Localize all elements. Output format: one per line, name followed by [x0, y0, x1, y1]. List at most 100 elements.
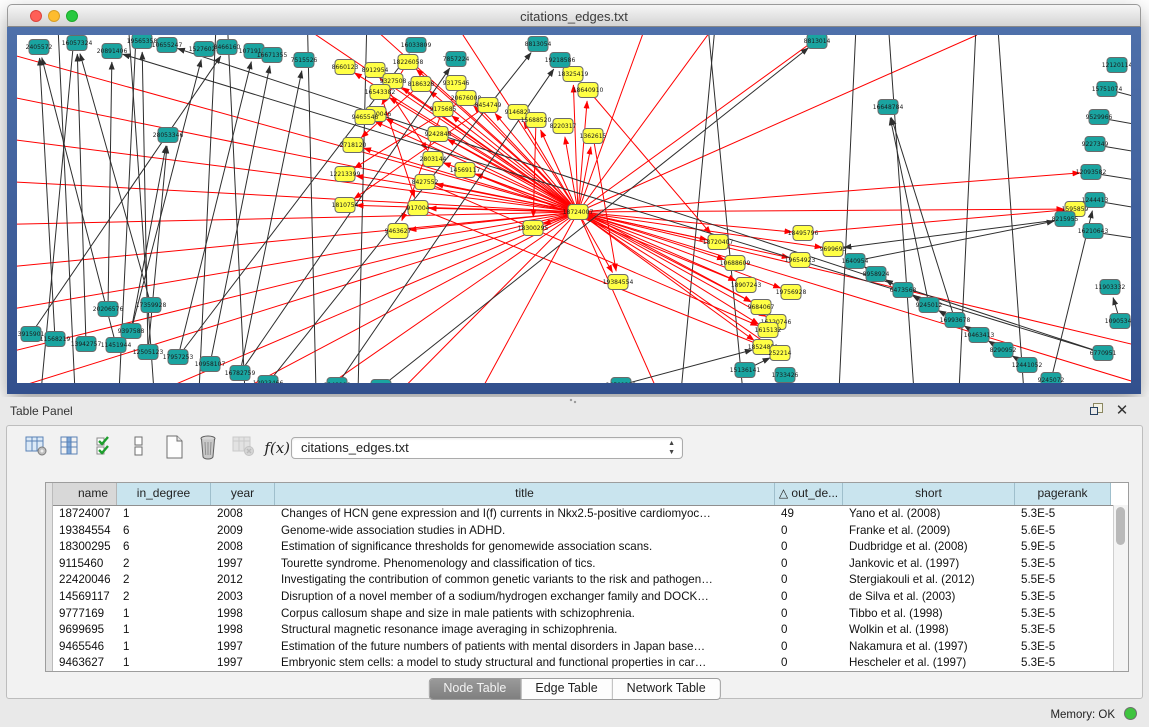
graph-node[interactable]: 9175685: [430, 102, 457, 117]
table-row[interactable]: 911546021997Tourette syndrome. Phenomeno…: [53, 555, 1114, 572]
graph-node[interactable]: 1640954: [842, 254, 869, 269]
graph-node[interactable]: 16033809: [401, 38, 432, 53]
graph-node[interactable]: 9862902: [368, 380, 395, 384]
graph-node[interactable]: 19384554: [603, 275, 634, 290]
create-column-button[interactable]: [159, 434, 189, 462]
graph-node[interactable]: 1362615: [580, 129, 607, 144]
graph-node[interactable]: 16057324: [62, 36, 93, 51]
graph-node[interactable]: 1733426: [772, 368, 799, 383]
select-rows-button[interactable]: [90, 434, 120, 462]
table-vertical-scrollbar[interactable]: [1113, 505, 1128, 671]
graph-node[interactable]: 15751074: [1092, 82, 1123, 97]
graph-node[interactable]: 19218586: [545, 53, 576, 68]
column-header-pagerank[interactable]: pagerank: [1015, 483, 1111, 505]
graph-node[interactable]: 28053346: [153, 128, 184, 143]
graph-node[interactable]: 3915901: [18, 327, 45, 342]
tab-edge-table[interactable]: Edge Table: [521, 679, 612, 699]
graph-node[interactable]: 8148906: [324, 378, 351, 384]
memory-status-indicator[interactable]: [1124, 707, 1137, 720]
graph-node[interactable]: 16993678: [940, 313, 971, 328]
change-table-mode-button[interactable]: [21, 434, 51, 462]
graph-node[interactable]: 12120114: [1102, 58, 1131, 73]
toggle-rows-button[interactable]: [124, 434, 154, 462]
graph-node[interactable]: 12213399: [330, 167, 361, 182]
apply-function-button[interactable]: f(x): [262, 434, 292, 462]
graph-node[interactable]: 7857224: [443, 52, 470, 67]
network-canvas[interactable]: 1872400786601238912954182260589327508818…: [17, 35, 1131, 383]
graph-node[interactable]: 6770951: [1090, 346, 1117, 361]
graph-node[interactable]: 8215955: [1052, 212, 1079, 227]
column-header-title[interactable]: title: [275, 483, 775, 505]
graph-node[interactable]: 8813054: [525, 37, 552, 52]
graph-node[interactable]: 11451944: [101, 338, 132, 353]
graph-node[interactable]: 8220317: [550, 119, 577, 134]
graph-node[interactable]: 16648784: [873, 100, 904, 115]
graph-node[interactable]: 13942757: [71, 337, 102, 352]
graph-node[interactable]: 11903332: [1095, 280, 1126, 295]
graph-node[interactable]: 917004: [407, 201, 430, 216]
graph-node[interactable]: 1615132: [755, 323, 782, 338]
graph-node[interactable]: 252214: [769, 346, 792, 361]
graph-node[interactable]: 17957253: [163, 350, 194, 365]
graph-node[interactable]: 8958924: [863, 267, 890, 282]
graph-node[interactable]: 8290952: [990, 343, 1017, 358]
graph-node[interactable]: 9463627: [385, 224, 412, 239]
close-panel-icon[interactable]: ✕: [1113, 402, 1131, 420]
graph-node[interactable]: 17359928: [136, 298, 167, 313]
graph-node[interactable]: 16782759: [225, 366, 256, 381]
graph-node[interactable]: 9699695: [820, 242, 847, 257]
graph-node[interactable]: 10463413: [964, 328, 995, 343]
table-row[interactable]: 946362711997Embryonic stem cells: a mode…: [53, 654, 1114, 671]
graph-node[interactable]: 18325419: [558, 67, 589, 82]
graph-node[interactable]: 9529966: [1086, 110, 1113, 125]
graph-node[interactable]: 10958107: [195, 357, 226, 372]
table-row[interactable]: 1456911722003Disruption of a novel membe…: [53, 588, 1114, 605]
graph-node[interactable]: 19654923: [785, 253, 816, 268]
column-header-in_degree[interactable]: in_degree: [117, 483, 211, 505]
tab-node-table[interactable]: Node Table: [429, 679, 521, 699]
table-row[interactable]: 2242004622012Investigating the contribut…: [53, 571, 1114, 588]
graph-node[interactable]: 18226058: [393, 55, 424, 70]
graph-node[interactable]: 1810754: [332, 198, 359, 213]
graph-node[interactable]: 20206576: [93, 302, 124, 317]
graph-node[interactable]: 20891406: [97, 44, 128, 59]
graph-node[interactable]: 9397588: [118, 324, 145, 339]
graph-node[interactable]: 18495796: [788, 226, 819, 241]
graph-node[interactable]: 2718120: [340, 138, 367, 153]
graph-node[interactable]: 1244413: [1082, 193, 1109, 208]
table-row[interactable]: 1872400712008Changes of HCN gene express…: [53, 505, 1114, 522]
table-row[interactable]: 946554611997Estimation of the future num…: [53, 638, 1114, 655]
delete-column-button[interactable]: [193, 434, 223, 462]
scrollbar-thumb[interactable]: [1116, 507, 1125, 545]
table-select-dropdown[interactable]: citations_edges.txt ▲▼: [291, 437, 683, 459]
graph-node[interactable]: 9684067: [748, 300, 775, 315]
graph-node[interactable]: 2803144: [420, 152, 447, 167]
graph-node[interactable]: 6473568: [890, 283, 917, 298]
graph-node[interactable]: 8427552: [412, 175, 439, 190]
graph-node[interactable]: 10688609: [720, 256, 751, 271]
table-row[interactable]: 1830029562008Estimation of significance …: [53, 538, 1114, 555]
graph-node[interactable]: 8186328: [408, 77, 435, 92]
graph-node[interactable]: 9242848: [425, 127, 452, 142]
graph-node[interactable]: 9465546: [352, 110, 379, 125]
graph-node[interactable]: 12441052: [1012, 358, 1043, 373]
graph-node[interactable]: 9227349: [1082, 137, 1109, 152]
float-panel-icon[interactable]: [1087, 402, 1105, 420]
graph-node[interactable]: 12093582: [1076, 165, 1107, 180]
graph-node[interactable]: 12505123: [133, 345, 164, 360]
graph-node[interactable]: 7515526: [291, 53, 318, 68]
column-header-short[interactable]: short: [843, 483, 1015, 505]
column-header-name[interactable]: name: [53, 483, 117, 505]
graph-node[interactable]: 10905342: [1105, 314, 1131, 329]
graph-node[interactable]: 19756928: [776, 285, 807, 300]
graph-node[interactable]: 8454749: [475, 98, 502, 113]
graph-node[interactable]: 8660123: [332, 60, 359, 75]
graph-node[interactable]: 9245072: [1038, 373, 1065, 384]
show-column-button[interactable]: [55, 434, 85, 462]
graph-node[interactable]: 2405572: [26, 40, 53, 55]
graph-node[interactable]: 18907243: [731, 278, 762, 293]
table-row[interactable]: 969969511998Structural magnetic resonanc…: [53, 621, 1114, 638]
window-titlebar[interactable]: citations_edges.txt: [7, 4, 1141, 27]
column-header-year[interactable]: year: [211, 483, 275, 505]
graph-node[interactable]: 24501232: [606, 378, 637, 384]
